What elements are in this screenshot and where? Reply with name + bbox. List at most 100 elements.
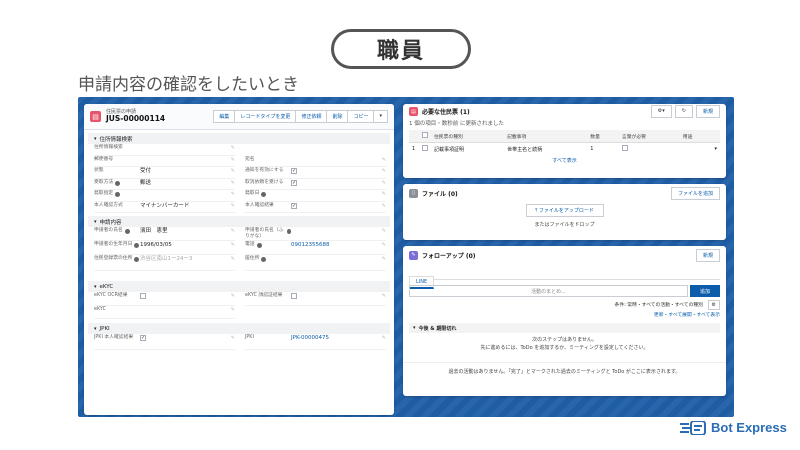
related-lists: ▤ 必要な住民票 (1) ⚙▾ ↻ 新規 1 個の項目・数秒前 に更新されました… (403, 104, 726, 402)
activity-filter: 条件: 常時・すべての活動・すべての種別 ⚙ (409, 300, 720, 310)
phone-link[interactable]: 09012355688 (291, 242, 386, 249)
pencil-icon[interactable]: ✎ (231, 168, 235, 174)
col-entries[interactable]: 記載事項 (504, 130, 588, 143)
record-name: JUS-00000114 (106, 114, 166, 124)
pencil-icon[interactable]: ✎ (382, 256, 386, 262)
section-address-search[interactable]: ▾ 住所情報検索 (88, 133, 390, 144)
pencil-icon[interactable]: ✎ (382, 168, 386, 174)
upcoming-overdue-section[interactable]: ▾ 今後 & 期限切れ (409, 323, 720, 333)
ocr-result-checkbox[interactable] (140, 293, 146, 299)
pencil-icon[interactable]: ✎ (231, 335, 235, 341)
salesforce-screenshot: ▤ 住民票の申請 JUS-00000114 編集 レコードタイプを変更 修正依頼… (78, 97, 734, 417)
identity-result-checkbox[interactable]: ✓ (291, 202, 297, 209)
field-addressee: 宛名 ✎ (245, 156, 386, 167)
pencil-icon[interactable]: ✎ (231, 180, 235, 186)
pencil-icon[interactable]: ✎ (231, 228, 235, 234)
select-all-checkbox[interactable] (422, 132, 428, 138)
view-all-link[interactable]: すべて表示 (403, 155, 726, 168)
field-enable-notification: 通知を有効にする ✓ ✎ (245, 167, 386, 179)
pencil-icon[interactable]: ✎ (231, 157, 235, 163)
pencil-icon[interactable]: ✎ (382, 293, 386, 299)
field-cancel-request: 取消依頼を受ける ✓ ✎ (245, 179, 386, 190)
info-icon (287, 229, 291, 234)
jpki-link[interactable]: JPK-00000475 (291, 335, 386, 342)
pencil-icon[interactable]: ✎ (231, 242, 235, 248)
pencil-icon[interactable]: ✎ (382, 180, 386, 186)
pencil-icon[interactable]: ✎ (231, 293, 235, 299)
change-record-type-button[interactable]: レコードタイプを変更 (234, 110, 297, 123)
pencil-icon[interactable]: ✎ (382, 157, 386, 163)
refresh-icon[interactable]: ↻ (674, 105, 693, 118)
drop-file-text: またはファイルをドロップ (534, 222, 595, 228)
pencil-icon[interactable]: ✎ (382, 242, 386, 248)
request-fix-button[interactable]: 修正依頼 (295, 110, 328, 123)
chevron-down-icon: ▾ (94, 283, 97, 290)
field-identity-method: 本人確認方式 マイナンバーカード ✎ (94, 202, 235, 213)
activity-links[interactable]: 更新・すべて展開・すべて表示 (409, 311, 720, 318)
pencil-icon[interactable]: ✎ (231, 256, 235, 262)
upload-file-button[interactable]: ⤒ ファイルをアップロード (525, 204, 604, 217)
section-ekyc[interactable]: ▾ eKYC (88, 281, 390, 292)
edit-button[interactable]: 編集 (213, 110, 236, 123)
docs-updated-note: 1 個の項目・数秒前 に更新されました (409, 121, 504, 127)
field-identity-result: 本人確認結果 ✓ ✎ (245, 202, 386, 213)
field-ekyc-face-result: eKYC 顔認証結果 ✎ (245, 292, 386, 306)
col-doc-type[interactable]: 住民票の種別 (431, 130, 505, 143)
row-menu-icon[interactable]: ▾ (711, 143, 720, 156)
table-row[interactable]: 1 記載事項証明 世帯主名と続柄 1 ▾ (409, 143, 720, 156)
col-purpose[interactable]: 用途 (679, 130, 712, 143)
filter-gear-icon[interactable]: ⚙ (707, 300, 720, 310)
field-registered-address: 住民登録票の住所 渋谷区南山1ー24ー3 ✎ (94, 255, 235, 271)
add-activity-button[interactable]: 追加 (690, 285, 720, 297)
field-applicant-name: 申請者の氏名 濱田 恵里 ✎ (94, 227, 235, 241)
field-ekyc-ocr-result: eKYC OCR結果 ✎ (94, 292, 235, 306)
row-checkbox[interactable] (422, 145, 428, 151)
pencil-icon[interactable]: ✎ (231, 145, 235, 151)
face-result-checkbox[interactable] (291, 293, 297, 299)
new-doc-button[interactable]: 新規 (695, 105, 720, 118)
pencil-icon[interactable]: ✎ (382, 191, 386, 197)
pencil-icon[interactable]: ✎ (231, 191, 235, 197)
pencil-icon[interactable]: ✎ (382, 335, 386, 341)
field-ekyc: eKYC ✎ (94, 306, 235, 319)
pencil-icon[interactable]: ✎ (382, 203, 386, 209)
info-icon (115, 192, 121, 197)
new-followup-button[interactable]: 新規 (695, 248, 720, 262)
pencil-icon[interactable]: ✎ (382, 228, 386, 234)
copy-button[interactable]: コピー (347, 110, 375, 123)
section-jpki[interactable]: ▾ JPKI (88, 323, 390, 334)
delete-button[interactable]: 削除 (326, 110, 349, 123)
activity-summary-input[interactable]: 活動のまとめ... (409, 285, 688, 297)
pencil-icon[interactable]: ✎ (231, 203, 235, 209)
notification-checkbox[interactable]: ✓ (291, 168, 297, 174)
pencil-icon[interactable]: ✎ (231, 307, 235, 313)
chevron-down-icon: ▾ (94, 218, 97, 225)
more-actions-button[interactable]: ▾ (373, 110, 388, 123)
field-jpki: JPKI JPK-00000475 ✎ (245, 334, 386, 350)
upload-icon: ⤒ (535, 208, 538, 214)
cancel-request-checkbox[interactable]: ✓ (291, 179, 297, 186)
col-quantity[interactable]: 数量 (587, 130, 619, 143)
record-action-buttons: 編集 レコードタイプを変更 修正依頼 削除 コピー ▾ (213, 110, 388, 123)
jpki-result-checkbox[interactable]: ✓ (140, 335, 146, 341)
section-application-content[interactable]: ▾ 申請内容 (88, 216, 390, 227)
record-header: ▤ 住民票の申請 JUS-00000114 編集 レコードタイプを変更 修正依頼… (84, 104, 394, 130)
no-next-steps: 次のステップはありません。 先に進めるには、ToDo を追加するか、ミーティング… (480, 337, 649, 351)
info-icon (115, 180, 121, 186)
col-wording[interactable]: 言葉が必要 (618, 130, 680, 143)
files-title: ファイル (0) (422, 190, 458, 198)
field-applicant-birthdate: 申請者の生年月日 1996/03/05 ✎ (94, 241, 235, 255)
followup-icon: ✎ (409, 250, 418, 260)
record-detail-card: ▤ 住民票の申請 JUS-00000114 編集 レコードタイプを変更 修正依頼… (84, 104, 394, 415)
info-icon (124, 229, 130, 234)
wording-checkbox[interactable] (621, 145, 628, 151)
field-jpki-identity-result: JPKI 本人確認結果 ✓ ✎ (94, 334, 235, 350)
section-title: eKYC (99, 283, 114, 290)
section-title: 住所情報検索 (99, 136, 133, 143)
info-icon (256, 243, 262, 248)
add-file-button[interactable]: ファイルを追加 (670, 186, 720, 200)
chevron-down-icon: ▾ (94, 135, 97, 142)
docs-title: 必要な住民票 (1) (422, 109, 470, 116)
field-issue-date: 発取日 ✎ (245, 190, 386, 202)
settings-icon[interactable]: ⚙▾ (650, 105, 672, 118)
